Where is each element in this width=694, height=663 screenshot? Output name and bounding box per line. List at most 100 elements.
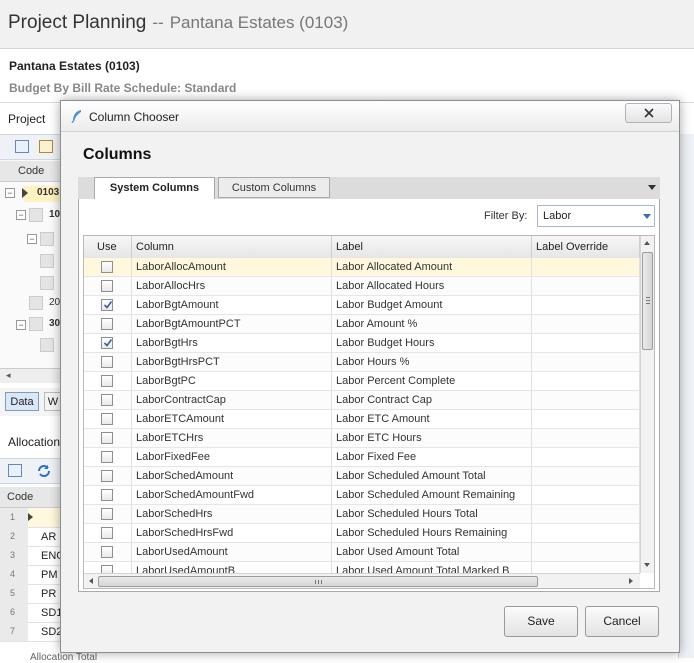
label-cell: Labor Budget Hours [332, 334, 532, 352]
label-override-cell[interactable] [532, 543, 640, 561]
tree-toggle-icon[interactable]: − [27, 234, 37, 244]
table-row[interactable]: LaborETCHrs Labor ETC Hours [84, 429, 640, 448]
use-checkbox[interactable] [101, 546, 113, 558]
tab-system-columns[interactable]: System Columns [94, 177, 215, 200]
label-override-cell[interactable] [532, 505, 640, 523]
label-override-cell[interactable] [532, 486, 640, 504]
use-checkbox[interactable] [101, 413, 113, 425]
close-button[interactable] [625, 103, 672, 123]
scroll-left-icon[interactable] [89, 578, 93, 584]
horizontal-scroll-thumb[interactable] [98, 576, 538, 587]
use-checkbox[interactable] [101, 280, 113, 292]
refresh-icon[interactable] [36, 463, 52, 479]
tree-toggle-icon[interactable]: − [16, 210, 26, 220]
cancel-button[interactable]: Cancel [585, 606, 659, 637]
label-override-cell[interactable] [532, 429, 640, 447]
table-row[interactable]: LaborContractCap Labor Contract Cap [84, 391, 640, 410]
label-override-cell[interactable] [532, 467, 640, 485]
list-item[interactable]: 3 ENG [0, 546, 65, 566]
list-item[interactable]: 2 AR [0, 527, 62, 547]
save-button[interactable]: Save [504, 606, 578, 637]
column-column-header[interactable]: Column [132, 236, 332, 258]
data-tab-button[interactable]: Data [5, 392, 39, 411]
use-checkbox[interactable] [101, 375, 113, 387]
grip-line [646, 303, 650, 304]
table-row[interactable]: LaborBgtAmount Labor Budget Amount [84, 296, 640, 315]
tree-toggle-icon[interactable]: − [5, 188, 15, 198]
use-checkbox[interactable] [101, 565, 113, 573]
label-override-cell[interactable] [532, 353, 640, 371]
use-checkbox[interactable] [101, 318, 113, 330]
label-cell: Labor Scheduled Amount Remaining [332, 486, 532, 504]
scroll-up-icon[interactable] [644, 241, 650, 245]
use-cell [84, 258, 132, 276]
label-override-cell[interactable] [532, 277, 640, 295]
use-checkbox[interactable] [101, 489, 113, 501]
table-row[interactable]: LaborAllocAmount Labor Allocated Amount [84, 258, 640, 277]
table-row[interactable]: LaborUsedAmount Labor Used Amount Total [84, 543, 640, 562]
tab-project[interactable]: Project [8, 112, 45, 126]
label-override-cell[interactable] [532, 562, 640, 573]
label-override-column-header[interactable]: Label Override [532, 236, 640, 258]
use-checkbox[interactable] [101, 299, 113, 311]
label-override-cell[interactable] [532, 391, 640, 409]
use-checkbox[interactable] [101, 508, 113, 520]
tree-toggle-icon[interactable]: − [16, 320, 26, 330]
grip-line [646, 300, 650, 301]
table-row[interactable]: LaborSchedAmount Labor Scheduled Amount T… [84, 467, 640, 486]
use-checkbox[interactable] [101, 527, 113, 539]
label-override-cell[interactable] [532, 372, 640, 390]
label-override-cell[interactable] [532, 334, 640, 352]
vertical-scrollbar[interactable] [640, 236, 654, 573]
row-code: PM [41, 569, 58, 581]
horizontal-scrollbar[interactable] [84, 573, 640, 588]
list-item[interactable]: 5 PR [0, 584, 62, 604]
grid-options-icon[interactable] [8, 464, 22, 477]
table-row[interactable]: LaborUsedAmountB Labor Used Amount Total … [84, 562, 640, 573]
label-override-cell[interactable] [532, 448, 640, 466]
filter-by-select[interactable]: Labor [537, 205, 655, 227]
list-item[interactable]: 6 SD1 [0, 603, 62, 623]
grid-options-icon[interactable] [15, 140, 29, 153]
use-checkbox[interactable] [101, 432, 113, 444]
filter-by-label: Filter By: [484, 210, 528, 222]
dialog-titlebar[interactable]: Column Chooser [61, 101, 679, 132]
list-item[interactable]: 7 SD2 [0, 622, 62, 642]
tab-custom-columns[interactable]: Custom Columns [218, 177, 330, 198]
tab-menu-chevron-down-icon[interactable] [648, 185, 656, 190]
use-column-header[interactable]: Use [84, 236, 132, 258]
list-item[interactable]: 4 PM [0, 565, 62, 585]
table-row[interactable]: LaborETCAmount Labor ETC Amount [84, 410, 640, 429]
use-checkbox[interactable] [101, 261, 113, 273]
use-checkbox[interactable] [101, 356, 113, 368]
label-override-cell[interactable] [532, 296, 640, 314]
label-override-cell[interactable] [532, 410, 640, 428]
table-row[interactable]: LaborFixedFee Labor Fixed Fee [84, 448, 640, 467]
table-row[interactable]: LaborAllocHrs Labor Allocated Hours [84, 277, 640, 296]
vertical-scroll-thumb[interactable] [642, 252, 653, 350]
table-row[interactable]: LaborSchedHrs Labor Scheduled Hours Total [84, 505, 640, 524]
use-checkbox[interactable] [101, 394, 113, 406]
table-row[interactable]: LaborBgtAmountPCT Labor Amount % [84, 315, 640, 334]
label-override-cell[interactable] [532, 524, 640, 542]
table-row[interactable]: LaborSchedHrsFwd Labor Scheduled Hours Re… [84, 524, 640, 543]
project-grid-hscroll[interactable]: ◂ [0, 368, 62, 383]
label-cell: Labor Budget Amount [332, 296, 532, 314]
scroll-right-icon[interactable] [629, 578, 633, 584]
edit-icon[interactable] [39, 140, 53, 153]
use-checkbox[interactable] [101, 470, 113, 482]
grip-line [646, 297, 650, 298]
table-row[interactable]: LaborSchedAmountFwd Labor Scheduled Amoun… [84, 486, 640, 505]
table-row[interactable]: LaborBgtHrs Labor Budget Hours [84, 334, 640, 353]
label-override-cell[interactable] [532, 315, 640, 333]
label-override-cell[interactable] [532, 258, 640, 276]
use-checkbox[interactable] [101, 451, 113, 463]
list-item[interactable]: 1 [0, 508, 62, 528]
table-row[interactable]: LaborBgtPC Labor Percent Complete [84, 372, 640, 391]
table-row[interactable]: LaborBgtHrsPCT Labor Hours % [84, 353, 640, 372]
row-status-icon [40, 338, 54, 352]
label-column-header[interactable]: Label [332, 236, 532, 258]
use-checkbox[interactable] [101, 337, 113, 349]
scroll-down-icon[interactable] [644, 563, 650, 567]
scroll-left-icon[interactable]: ◂ [6, 370, 11, 381]
